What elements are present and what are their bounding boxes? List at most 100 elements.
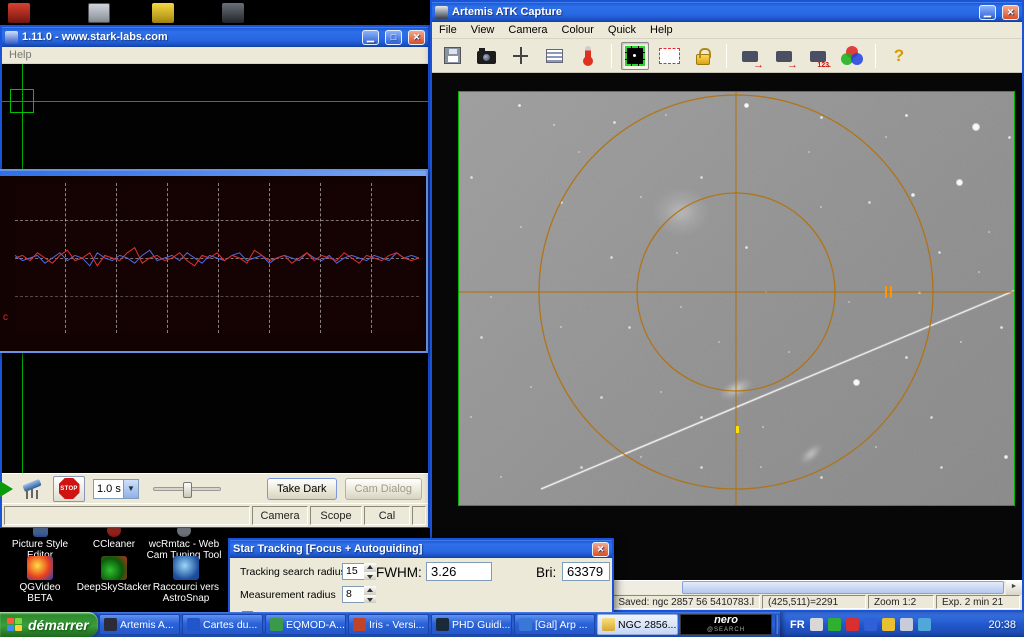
- tray-magnifier-icon[interactable]: [809, 618, 823, 631]
- loop-exposures-icon[interactable]: [0, 480, 13, 497]
- close-button[interactable]: [408, 29, 425, 45]
- stop-button[interactable]: STOP: [53, 475, 85, 502]
- minimize-button[interactable]: [979, 4, 996, 20]
- tray-update-icon[interactable]: [827, 618, 841, 631]
- taskbar-task-eqmod[interactable]: EQMOD-A...: [265, 614, 346, 635]
- measurement-radius-spinner[interactable]: 8: [342, 586, 376, 603]
- menu-camera[interactable]: Camera: [508, 24, 547, 36]
- graph-titlebar[interactable]: [0, 171, 426, 176]
- taskbar-task-gal-arp[interactable]: [Gal] Arp ...: [514, 614, 595, 635]
- spin-up-button[interactable]: [364, 563, 376, 572]
- camera-settings-button[interactable]: [472, 42, 500, 70]
- stop-icon: STOP: [58, 478, 80, 499]
- network-icon[interactable]: [917, 618, 931, 631]
- tray-shield-icon[interactable]: [881, 618, 895, 631]
- artemis-app-icon: [435, 5, 448, 19]
- captured-image[interactable]: [458, 91, 1015, 506]
- task-label: Cartes du...: [203, 618, 258, 631]
- bri-label: Bri:: [536, 565, 557, 580]
- taskbar-task-cartes[interactable]: Cartes du...: [182, 614, 263, 635]
- take-dark-button[interactable]: Take Dark: [267, 477, 337, 500]
- desktop-icon-label: QGVideo BETA: [19, 582, 61, 604]
- sequence-capture-button[interactable]: 123.: [804, 42, 832, 71]
- task-icon: [104, 618, 117, 631]
- tracking-search-radius-spinner[interactable]: 15: [342, 563, 376, 580]
- tray-display-icon[interactable]: [863, 618, 877, 631]
- start-button[interactable]: démarrer: [0, 612, 98, 637]
- display-settings-button[interactable]: [540, 42, 568, 70]
- star-tracking-titlebar[interactable]: Star Tracking [Focus + Autoguiding]: [230, 540, 612, 558]
- close-button[interactable]: [1002, 4, 1019, 20]
- camera-device-icon[interactable]: [222, 3, 244, 23]
- star-tracking-title: Star Tracking [Focus + Autoguiding]: [233, 543, 423, 555]
- desktop-icon-astrosnap[interactable]: Raccourci vers AstroSnap: [148, 556, 224, 604]
- spin-down-button[interactable]: [364, 571, 376, 580]
- gamma-slider[interactable]: [153, 481, 221, 498]
- maximize-button[interactable]: [385, 29, 402, 45]
- menu-file[interactable]: File: [439, 24, 457, 36]
- phd-toolbar: STOP 1.0 s ▼ Take Dark Cam Dialog: [0, 473, 428, 503]
- cam-dialog-button[interactable]: Cam Dialog: [344, 477, 422, 500]
- telescope-icon[interactable]: [21, 479, 45, 499]
- gamma-slider-thumb[interactable]: [183, 481, 193, 498]
- tracking-search-radius-value[interactable]: 15: [342, 563, 364, 580]
- colour-synthesis-button[interactable]: [838, 42, 866, 70]
- loop-capture-button[interactable]: [770, 42, 798, 71]
- measurement-radius-value[interactable]: 8: [342, 586, 364, 603]
- printer-icon[interactable]: [88, 3, 110, 23]
- desktop: Picture Style Editor CCleaner wcRmtac - …: [0, 0, 1024, 637]
- taskbar-task-artemis[interactable]: Artemis A...: [99, 614, 180, 635]
- desktop-icon-deepskystacker[interactable]: DeepSkyStacker: [77, 556, 151, 593]
- exposure-duration-select[interactable]: 1.0 s ▼: [93, 478, 139, 499]
- help-button[interactable]: ?: [885, 42, 913, 70]
- desktop-shortcut-icon-red[interactable]: [8, 3, 30, 23]
- task-icon: [519, 618, 532, 631]
- volume-icon[interactable]: [899, 618, 913, 631]
- full-frame-button[interactable]: [621, 41, 649, 70]
- lock-button[interactable]: [689, 42, 717, 70]
- toolbar-separator: [611, 43, 612, 68]
- task-icon: [187, 618, 200, 631]
- artemis-toolbar: 123. ?: [432, 39, 1022, 73]
- deepskystacker-icon: [101, 556, 127, 580]
- taskbar-clock[interactable]: 20:38: [988, 619, 1016, 631]
- tray-antivirus-icon[interactable]: [845, 618, 859, 631]
- snapshot-button[interactable]: [736, 42, 764, 71]
- camera-sequence-icon: [810, 51, 832, 71]
- menu-help[interactable]: Help: [9, 49, 32, 61]
- windows-flag-icon: [7, 617, 22, 632]
- close-button[interactable]: [592, 541, 609, 557]
- spin-up-button[interactable]: [364, 586, 376, 595]
- brain-settings-icon[interactable]: [235, 479, 259, 498]
- save-button[interactable]: [438, 42, 466, 70]
- status-zoom: Zoom 1:2: [868, 595, 934, 609]
- phd-titlebar[interactable]: 1.11.0 - www.stark-labs.com: [2, 27, 428, 47]
- desktop-icon-qgvideo[interactable]: QGVideo BETA: [8, 556, 72, 604]
- scroll-right-arrow[interactable]: ►: [1006, 581, 1022, 595]
- minimize-button[interactable]: [362, 29, 379, 45]
- artemis-titlebar[interactable]: Artemis ATK Capture: [432, 2, 1022, 22]
- scrollbar-thumb[interactable]: [682, 581, 1004, 594]
- cooler-button[interactable]: [574, 42, 602, 70]
- taskbar-task-ngc-folder[interactable]: NGC 2856...: [597, 614, 678, 635]
- nero-logo: nero: [714, 613, 738, 626]
- padlock-icon: [696, 47, 711, 65]
- status-panel-cal: Cal: [364, 506, 410, 525]
- phd-window-title: 1.11.0 - www.stark-labs.com: [22, 31, 168, 43]
- menu-quick[interactable]: Quick: [608, 24, 636, 36]
- guide-shortcut-icon[interactable]: [152, 3, 174, 23]
- menu-help[interactable]: Help: [650, 24, 673, 36]
- task-icon: [353, 618, 366, 631]
- subframe-button[interactable]: [655, 42, 683, 70]
- language-indicator[interactable]: FR: [790, 619, 805, 631]
- menu-view[interactable]: View: [471, 24, 495, 36]
- menu-colour[interactable]: Colour: [562, 24, 594, 36]
- spin-down-button[interactable]: [364, 594, 376, 603]
- artemis-capture-window: Artemis ATK Capture File View Camera Col…: [430, 0, 1024, 612]
- nero-search-deskband[interactable]: nero @SEARCH: [680, 614, 772, 635]
- measure-button[interactable]: [506, 42, 534, 70]
- artemis-menubar: File View Camera Colour Quick Help: [432, 22, 1022, 39]
- taskbar-task-phd[interactable]: PHD Guidi...: [431, 614, 512, 635]
- chevron-down-icon[interactable]: ▼: [123, 479, 138, 498]
- taskbar-task-iris[interactable]: Iris - Versi...: [348, 614, 429, 635]
